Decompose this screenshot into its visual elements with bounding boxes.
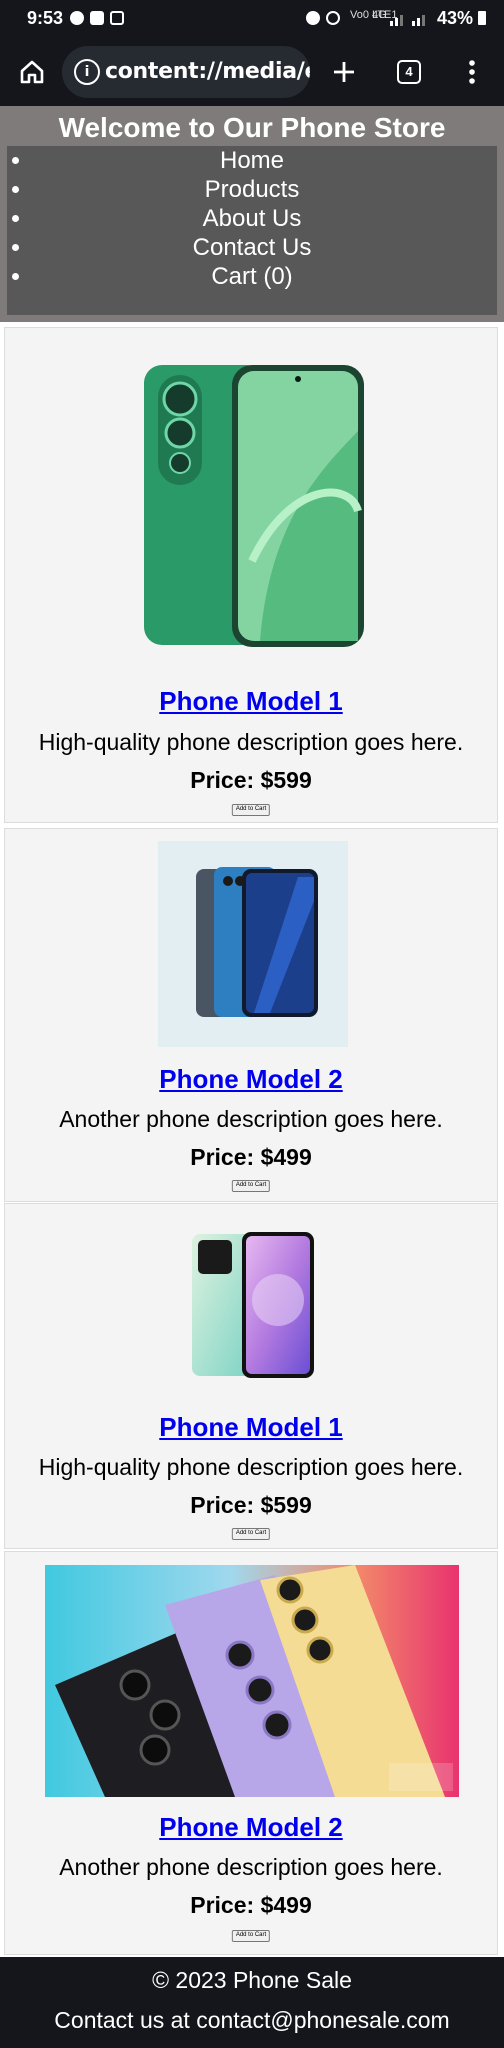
add-to-cart-button[interactable]: Add to Cart	[231, 804, 271, 816]
product-description: Another phone description goes here.	[59, 1106, 443, 1132]
add-to-cart-button[interactable]: Add to Cart	[231, 1528, 271, 1540]
plus-icon	[334, 62, 354, 82]
image-icon	[90, 11, 104, 25]
browser-toolbar: i content://media/ex 4	[0, 38, 504, 106]
product-image	[158, 841, 348, 1047]
product-card: Phone Model 2 Another phone description …	[4, 1551, 498, 1955]
network-type-label: 4G	[372, 9, 387, 21]
product-price: Price: $499	[190, 1892, 312, 1918]
product-image	[144, 365, 364, 647]
product-card: Phone Model 1 High-quality phone descrip…	[4, 327, 498, 823]
site-footer: © 2023 Phone Sale Contact us at contact@…	[0, 1957, 504, 2048]
product-description: High-quality phone description goes here…	[38, 1454, 464, 1480]
home-button[interactable]	[12, 52, 52, 92]
product-name[interactable]: Phone Model 1	[5, 1412, 497, 1443]
add-to-cart-button[interactable]: Add to Cart	[231, 1930, 271, 1942]
product-price: Price: $499	[190, 1144, 312, 1170]
product-image	[45, 1565, 459, 1797]
address-bar[interactable]: i content://media/ex	[62, 46, 310, 98]
signal-icon	[390, 15, 425, 26]
footer-contact: Contact us at contact@phonesale.com	[54, 2007, 450, 2033]
status-time: 9:53	[27, 8, 64, 28]
nav-home[interactable]: Home	[7, 146, 497, 175]
nav-menu: Home Products About Us Contact Us Cart (…	[7, 146, 497, 315]
hotspot-icon	[326, 11, 340, 25]
tab-switcher-button[interactable]: 4	[389, 52, 429, 92]
drive-icon	[110, 11, 124, 25]
tab-count: 4	[397, 60, 421, 84]
home-icon	[20, 60, 44, 84]
product-name[interactable]: Phone Model 2	[5, 1812, 497, 1843]
nav-products[interactable]: Products	[7, 175, 497, 204]
site-title: Welcome to Our Phone Store	[58, 112, 446, 143]
messenger-icon	[70, 11, 84, 25]
product-description: Another phone description goes here.	[59, 1854, 443, 1880]
product-name[interactable]: Phone Model 1	[5, 686, 497, 717]
menu-button[interactable]	[452, 52, 492, 92]
product-card: Phone Model 2 Another phone description …	[4, 828, 498, 1202]
product-image	[192, 1232, 314, 1378]
add-to-cart-button[interactable]: Add to Cart	[231, 1180, 271, 1192]
url-text: content://media/ex	[105, 59, 310, 84]
product-price: Price: $599	[190, 1492, 312, 1518]
product-description: High-quality phone description goes here…	[38, 729, 464, 755]
status-bar: 9:53 Vo0 LTE1 4G 43%	[0, 0, 504, 38]
battery-icon	[478, 11, 486, 25]
footer-copyright: © 2023 Phone Sale	[152, 1967, 352, 1993]
nav-about-us[interactable]: About Us	[7, 204, 497, 233]
info-icon[interactable]: i	[74, 59, 100, 85]
new-tab-button[interactable]	[324, 52, 364, 92]
more-vertical-icon	[469, 60, 475, 84]
nav-contact-us[interactable]: Contact Us	[7, 233, 497, 262]
product-name[interactable]: Phone Model 2	[5, 1064, 497, 1095]
alarm-icon	[306, 11, 320, 25]
site-header: Welcome to Our Phone Store Home Products…	[0, 106, 504, 322]
nav-cart[interactable]: Cart (0)	[7, 262, 497, 291]
battery-percent: 43%	[436, 8, 473, 28]
battery-label: 43%	[437, 8, 486, 29]
product-card: Phone Model 1 High-quality phone descrip…	[4, 1203, 498, 1549]
product-price: Price: $599	[190, 767, 312, 793]
